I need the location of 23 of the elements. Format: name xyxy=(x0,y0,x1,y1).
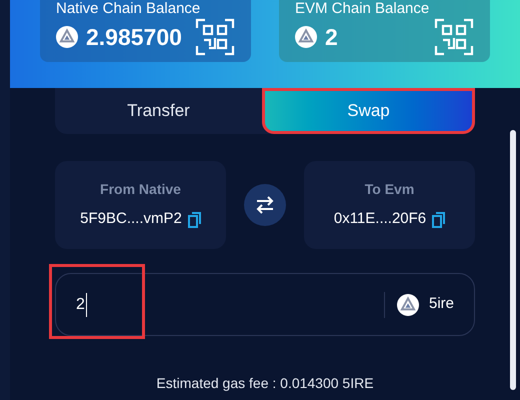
tab[interactable]: Swap xyxy=(262,88,475,134)
amount-field[interactable]: 2 5ire xyxy=(55,273,475,336)
balance-label: Native Chain Balance xyxy=(56,1,202,17)
address-text: 5F9BC....vmP2 xyxy=(80,209,182,230)
tab[interactable]: Transfer xyxy=(55,88,262,134)
address-label: From Native xyxy=(100,180,181,200)
swap-direction-button[interactable] xyxy=(244,184,286,226)
balance-label: EVM Chain Balance xyxy=(295,1,430,17)
qr-code-icon xyxy=(434,18,474,56)
token-logo-icon xyxy=(396,294,419,316)
address-label: To Evm xyxy=(364,180,414,200)
balance-amount: 2 xyxy=(325,22,339,52)
copy-icon[interactable] xyxy=(432,212,446,228)
copy-icon[interactable] xyxy=(188,212,201,228)
balance-amount: 2.985700 xyxy=(86,22,183,52)
token-logo-icon xyxy=(295,26,317,48)
address-text: 0x11E....20F6 xyxy=(334,209,426,230)
amount-text: 2 xyxy=(76,292,87,316)
token-label: 5ire xyxy=(428,294,454,314)
gas-fee-text: Estimated gas fee : 0.014300 5IRE xyxy=(156,374,374,393)
token-logo-icon xyxy=(56,26,78,48)
qr-code-icon xyxy=(195,18,235,56)
swap-arrows-icon xyxy=(255,196,275,214)
